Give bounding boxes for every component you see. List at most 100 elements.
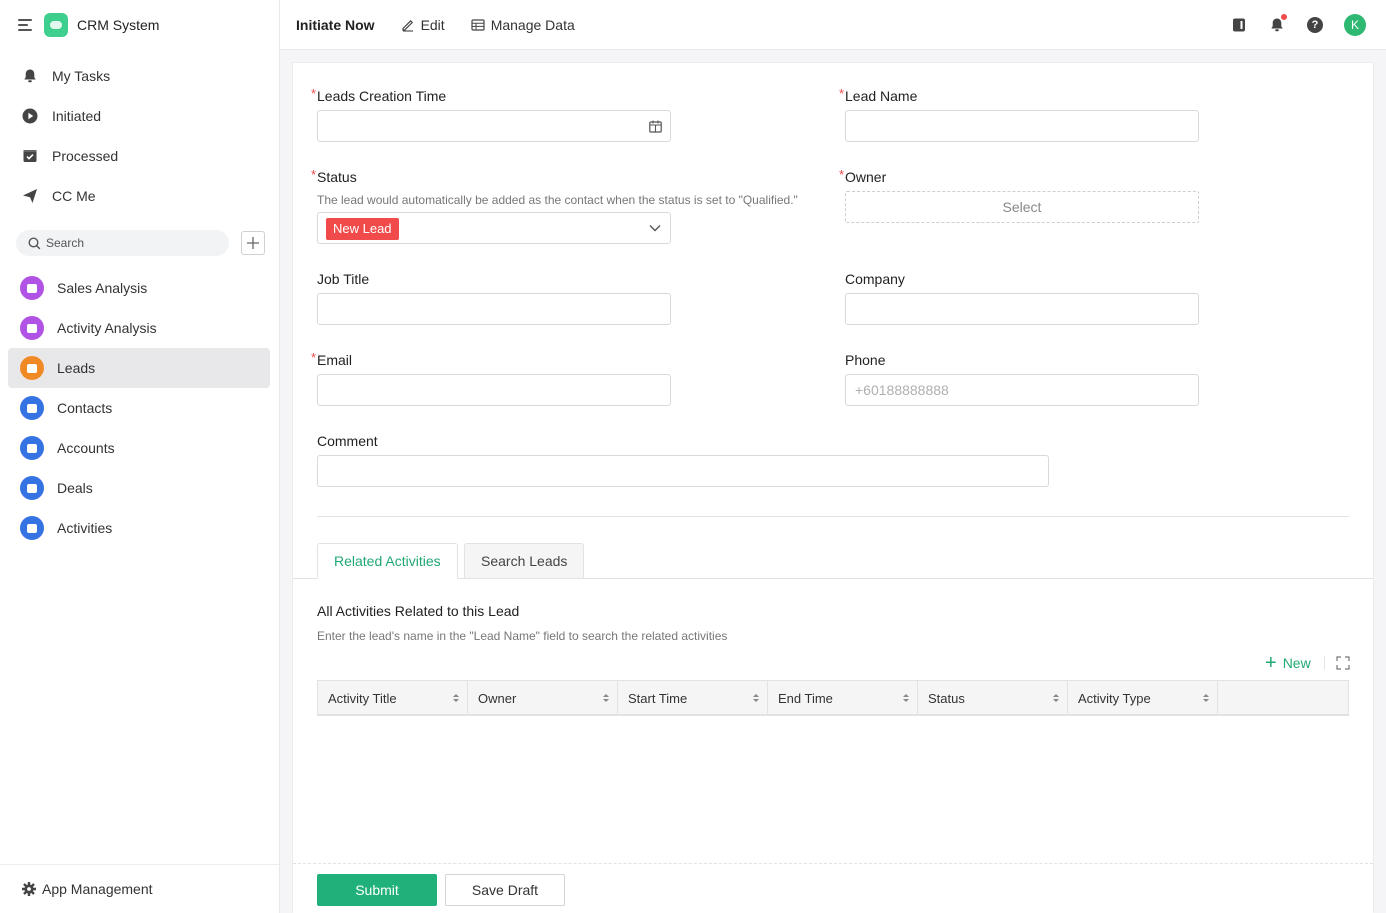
search-placeholder: Search <box>46 236 85 250</box>
leads-creation-time-input[interactable] <box>317 110 671 142</box>
divider <box>317 516 1349 517</box>
column-header-status[interactable]: Status <box>918 681 1068 715</box>
plus-icon: + <box>1265 652 1277 674</box>
column-header-actions <box>1218 681 1348 715</box>
owner-select[interactable]: Select <box>845 191 1199 223</box>
check-box-icon <box>22 148 38 164</box>
job-title-input[interactable] <box>317 293 671 325</box>
topbar: Initiate Now Edit Manage Data ? K <box>280 0 1386 50</box>
sidebar-item-label: Contacts <box>57 400 113 416</box>
search-row: Search <box>0 230 279 256</box>
play-icon <box>22 108 38 124</box>
add-app-button[interactable] <box>241 231 265 255</box>
sidebar-item-processed[interactable]: Processed <box>0 136 279 176</box>
required-mark: * <box>311 86 317 101</box>
new-activity-button[interactable]: + New <box>1265 653 1311 673</box>
sidebar-item-initiated[interactable]: Initiated <box>0 96 279 136</box>
notebook-icon[interactable] <box>1230 16 1248 34</box>
email-input[interactable] <box>317 374 671 406</box>
plus-icon <box>247 237 259 249</box>
sidebar-item-my-tasks[interactable]: My Tasks <box>0 56 279 96</box>
form-actions: Submit Save Draft <box>293 863 1373 913</box>
comment-input[interactable] <box>317 455 1049 487</box>
column-header-end-time[interactable]: End Time <box>768 681 918 715</box>
edit-button[interactable]: Edit <box>401 17 445 33</box>
sidebar-item-deals[interactable]: Deals <box>8 468 270 508</box>
column-label: Status <box>928 690 965 706</box>
save-draft-button[interactable]: Save Draft <box>445 874 565 906</box>
manage-data-button[interactable]: Manage Data <box>471 17 575 33</box>
expand-icon[interactable] <box>1336 656 1350 670</box>
sidebar-item-contacts[interactable]: Contacts <box>8 388 270 428</box>
related-activities-hint: Enter the lead's name in the "Lead Name"… <box>317 629 728 643</box>
column-label: End Time <box>778 690 833 706</box>
sort-icon[interactable] <box>1053 694 1059 702</box>
sidebar-item-label: Leads <box>57 360 96 376</box>
sidebar-item-leads[interactable]: Leads <box>8 348 270 388</box>
sort-icon[interactable] <box>603 694 609 702</box>
notification-bell-icon[interactable] <box>1268 13 1288 34</box>
column-label: Owner <box>478 690 517 706</box>
chart-icon <box>20 316 44 340</box>
table-icon <box>471 18 485 31</box>
sidebar-item-cc-me[interactable]: CC Me <box>0 176 279 216</box>
app-management-button[interactable]: App Management <box>0 864 279 913</box>
field-label: Job Title <box>317 271 370 287</box>
activity-icon <box>20 516 44 540</box>
owner-placeholder: Select <box>1002 199 1042 215</box>
required-mark: * <box>839 86 845 101</box>
initiate-now-button[interactable]: Initiate Now <box>296 17 375 33</box>
sidebar-item-label: Activities <box>57 520 113 536</box>
sidebar-item-sales-analysis[interactable]: Sales Analysis <box>8 268 270 308</box>
column-header-activity-title[interactable]: Activity Title <box>318 681 468 715</box>
column-header-owner[interactable]: Owner <box>468 681 618 715</box>
sort-icon[interactable] <box>753 694 759 702</box>
sort-icon[interactable] <box>453 694 459 702</box>
search-input[interactable]: Search <box>16 230 229 256</box>
sidebar-item-label: Initiated <box>52 108 102 124</box>
send-icon <box>22 188 38 204</box>
help-icon[interactable]: ? <box>1306 16 1324 34</box>
sidebar-item-activities[interactable]: Activities <box>8 508 270 548</box>
gear-icon <box>22 882 36 896</box>
avatar[interactable]: K <box>1344 14 1366 36</box>
field-label: Status <box>317 169 357 185</box>
status-hint: The lead would automatically be added as… <box>317 193 798 207</box>
tab-related-activities[interactable]: Related Activities <box>317 543 458 579</box>
calendar-icon <box>649 120 662 133</box>
tab-label: Related Activities <box>334 553 441 569</box>
leads-creation-time-field: * Leads Creation Time <box>311 86 447 105</box>
company-field: Company <box>845 270 905 288</box>
sidebar-item-accounts[interactable]: Accounts <box>8 428 270 468</box>
sort-icon[interactable] <box>1203 694 1209 702</box>
leads-icon <box>20 356 44 380</box>
app-logo-icon <box>44 13 68 37</box>
pencil-icon <box>401 19 413 32</box>
sidebar-item-activity-analysis[interactable]: Activity Analysis <box>8 308 270 348</box>
menu-toggle-icon[interactable] <box>18 19 34 31</box>
field-label: Owner <box>845 169 887 185</box>
column-header-activity-type[interactable]: Activity Type <box>1068 681 1218 715</box>
notification-dot <box>1280 13 1288 21</box>
chart-icon <box>20 276 44 300</box>
lead-name-field: * Lead Name <box>839 86 917 105</box>
field-label: Leads Creation Time <box>317 88 447 104</box>
lead-name-input[interactable] <box>845 110 1199 142</box>
tab-search-leads[interactable]: Search Leads <box>464 543 585 579</box>
new-label: New <box>1282 655 1311 671</box>
phone-input[interactable]: +60188888888 <box>845 374 1199 406</box>
status-select[interactable]: New Lead <box>317 212 671 244</box>
column-label: Activity Title <box>328 690 397 706</box>
sidebar-item-label: Accounts <box>57 440 115 456</box>
chevron-down-icon <box>649 225 661 232</box>
email-field: * Email <box>311 350 352 369</box>
required-mark: * <box>839 167 845 182</box>
field-label: Comment <box>317 433 378 449</box>
column-header-start-time[interactable]: Start Time <box>618 681 768 715</box>
submit-button[interactable]: Submit <box>317 874 437 906</box>
related-activities-title: All Activities Related to this Lead <box>317 603 520 619</box>
phone-field: Phone <box>845 351 885 369</box>
company-input[interactable] <box>845 293 1199 325</box>
app-management-label: App Management <box>42 881 153 897</box>
sort-icon[interactable] <box>903 694 909 702</box>
